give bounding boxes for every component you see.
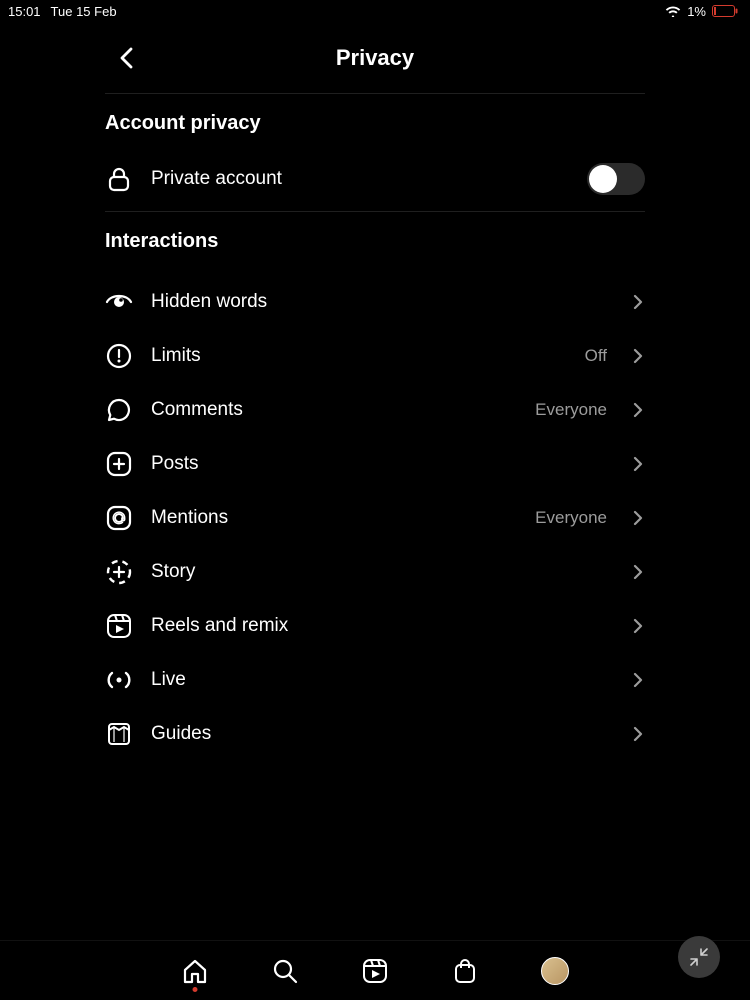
- chevron-left-icon: [118, 46, 136, 70]
- private-account-label: Private account: [151, 168, 569, 190]
- guides-icon: [105, 720, 133, 748]
- shopping-bag-icon: [451, 957, 479, 985]
- chevron-right-icon: [631, 673, 645, 687]
- search-icon: [271, 957, 299, 985]
- private-account-toggle[interactable]: [587, 163, 645, 195]
- at-sign-icon: [105, 504, 133, 532]
- list-item-value: Off: [585, 346, 607, 366]
- list-item-value: Everyone: [535, 508, 607, 528]
- status-bar: 15:01 Tue 15 Feb 1%: [0, 0, 750, 22]
- tab-reels[interactable]: [360, 956, 390, 986]
- list-item[interactable]: Mentions Everyone: [105, 491, 645, 545]
- list-item[interactable]: Reels and remix: [105, 599, 645, 653]
- tab-home[interactable]: [180, 956, 210, 986]
- list-item[interactable]: Posts: [105, 437, 645, 491]
- list-item-label: Story: [151, 561, 613, 583]
- list-item[interactable]: Live: [105, 653, 645, 707]
- chevron-right-icon: [631, 295, 645, 309]
- plus-square-icon: [105, 450, 133, 478]
- exclaim-circle-icon: [105, 342, 133, 370]
- tab-bar: [0, 940, 750, 1000]
- reels-icon: [105, 612, 133, 640]
- story-plus-icon: [105, 558, 133, 586]
- status-time: 15:01: [8, 4, 41, 19]
- list-item[interactable]: Story: [105, 545, 645, 599]
- chevron-right-icon: [631, 457, 645, 471]
- list-item-label: Comments: [151, 399, 517, 421]
- battery-icon: [712, 5, 738, 17]
- chevron-right-icon: [631, 565, 645, 579]
- chevron-right-icon: [631, 727, 645, 741]
- chat-bubble-icon: [105, 396, 133, 424]
- collapse-icon: [689, 947, 709, 967]
- chevron-right-icon: [631, 619, 645, 633]
- private-account-row[interactable]: Private account: [105, 147, 645, 211]
- list-item-label: Hidden words: [151, 291, 613, 313]
- tab-search[interactable]: [270, 956, 300, 986]
- list-item[interactable]: Comments Everyone: [105, 383, 645, 437]
- notification-dot: [193, 987, 198, 992]
- list-item-label: Posts: [151, 453, 613, 475]
- list-item-value: Everyone: [535, 400, 607, 420]
- tab-profile[interactable]: [540, 956, 570, 986]
- list-item-label: Mentions: [151, 507, 517, 529]
- minimize-fab[interactable]: [678, 936, 720, 978]
- section-interactions: Interactions: [105, 212, 645, 265]
- status-battery: 1%: [687, 4, 706, 19]
- wifi-icon: [665, 5, 681, 17]
- status-date: Tue 15 Feb: [51, 4, 117, 19]
- chevron-right-icon: [631, 511, 645, 525]
- eye-outline-icon: [105, 288, 133, 316]
- lock-icon: [105, 165, 133, 193]
- list-item[interactable]: Hidden words: [105, 275, 645, 329]
- tab-shop[interactable]: [450, 956, 480, 986]
- section-account-privacy: Account privacy: [105, 94, 645, 147]
- chevron-right-icon: [631, 349, 645, 363]
- chevron-right-icon: [631, 403, 645, 417]
- back-button[interactable]: [111, 42, 143, 74]
- page-header: Privacy: [105, 22, 645, 94]
- list-item-label: Limits: [151, 345, 567, 367]
- list-item-label: Guides: [151, 723, 613, 745]
- broadcast-icon: [105, 666, 133, 694]
- reels-icon: [361, 957, 389, 985]
- list-item-label: Reels and remix: [151, 615, 613, 637]
- page-title: Privacy: [336, 45, 414, 71]
- list-item[interactable]: Limits Off: [105, 329, 645, 383]
- list-item[interactable]: Guides: [105, 707, 645, 761]
- list-item-label: Live: [151, 669, 613, 691]
- toggle-knob: [589, 165, 617, 193]
- home-icon: [181, 957, 209, 985]
- avatar: [541, 957, 569, 985]
